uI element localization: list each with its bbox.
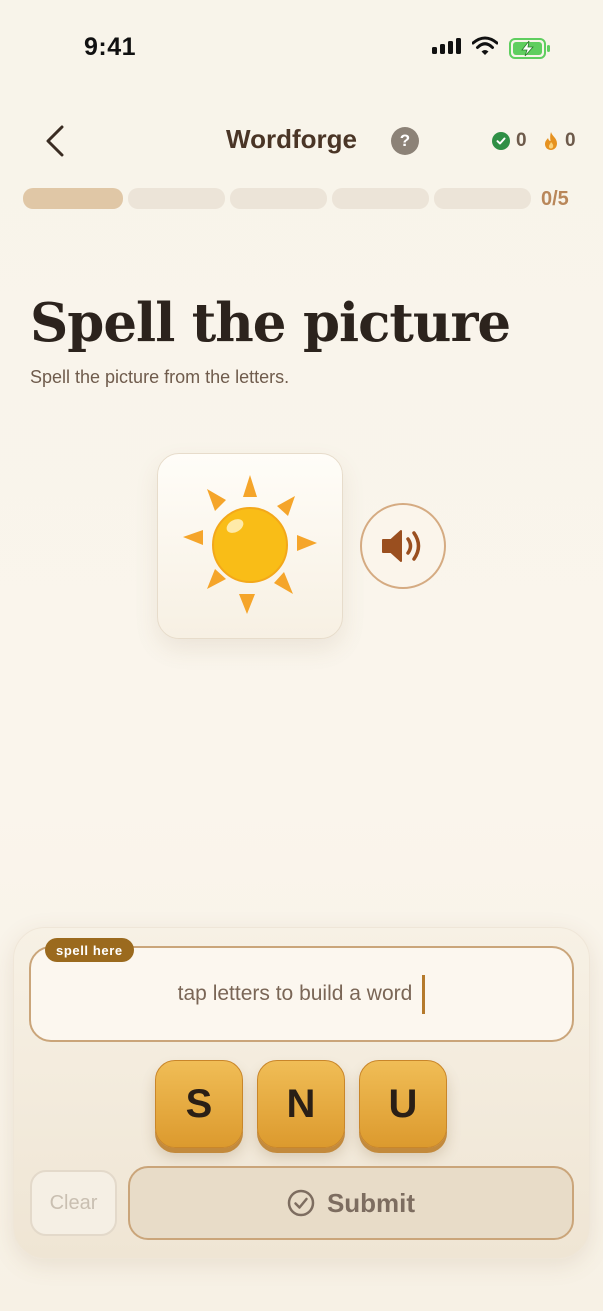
correct-count: 0 — [516, 130, 527, 151]
streak-counter: 0 — [543, 130, 576, 152]
progress-segment — [23, 188, 123, 209]
answer-field-tag: spell here — [45, 938, 134, 962]
streak-count: 0 — [565, 130, 576, 151]
app-title: Wordforge — [226, 124, 357, 154]
cellular-signal-icon — [432, 38, 461, 54]
submit-button[interactable]: Submit — [128, 1166, 574, 1240]
instructions: Spell the picture from the letters. — [30, 367, 290, 387]
progress-segment — [434, 188, 531, 209]
progress-bar — [23, 188, 531, 209]
speaker-icon — [382, 530, 421, 562]
letter-tile-s[interactable]: S — [155, 1060, 243, 1148]
submit-label: Submit — [326, 1187, 416, 1218]
checkmark-circle-icon — [492, 132, 510, 150]
progress-segment — [230, 188, 327, 209]
progress-segment — [128, 188, 225, 209]
help-button[interactable]: ? — [391, 127, 419, 155]
play-audio-button[interactable] — [360, 503, 446, 589]
correct-counter: 0 — [492, 130, 527, 152]
text-caret — [422, 974, 426, 1014]
letter-tile-u[interactable]: U — [359, 1060, 447, 1148]
wifi-icon — [472, 36, 498, 55]
battery-charging-icon — [509, 38, 550, 59]
picture-card — [157, 453, 343, 639]
progress-label: 0/5 — [541, 188, 569, 210]
answer-placeholder: tap letters to build a word — [177, 982, 413, 1005]
status-time: 9:41 — [84, 33, 137, 61]
progress-segment — [332, 188, 429, 209]
letter-tile-n[interactable]: N — [257, 1060, 345, 1148]
page-title: Spell the picture — [30, 292, 511, 354]
flame-icon — [545, 132, 557, 150]
checkmark-circle-icon — [287, 1189, 315, 1217]
clear-button[interactable]: Clear — [30, 1170, 117, 1236]
sun-icon — [183, 475, 317, 614]
back-chevron-icon[interactable] — [42, 124, 70, 158]
